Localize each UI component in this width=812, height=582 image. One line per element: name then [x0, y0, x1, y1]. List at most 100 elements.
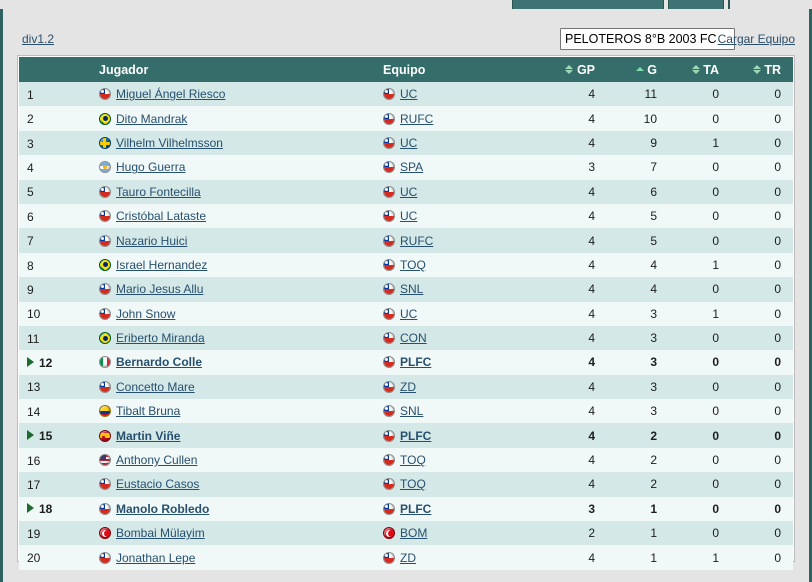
cell-team: UC [375, 130, 545, 156]
header-tr[interactable]: TR [731, 57, 793, 82]
table-row[interactable]: 18 Manolo Robledo PLFC 3 1 0 0 [19, 496, 793, 522]
player-link[interactable]: Tibalt Bruna [116, 404, 180, 418]
player-link[interactable]: Jonathan Lepe [116, 551, 195, 565]
table-row[interactable]: 20 Jonathan Lepe ZD 4 1 1 0 [19, 545, 793, 570]
table-row[interactable]: 4 Hugo Guerra SPA 3 7 0 0 [19, 155, 793, 180]
cell-gp: 4 [545, 228, 607, 253]
header-gp[interactable]: GP [545, 57, 607, 82]
team-link[interactable]: PLFC [400, 355, 431, 369]
player-link[interactable]: Manolo Robledo [116, 502, 209, 516]
player-link[interactable]: Eriberto Miranda [116, 331, 205, 345]
table-row[interactable]: 12 Bernardo Colle PLFC 4 3 0 0 [19, 350, 793, 375]
team-link[interactable]: TOQ [400, 477, 426, 491]
cell-gp: 4 [545, 203, 607, 229]
player-link[interactable]: Nazario Huici [116, 234, 187, 248]
header-g[interactable]: G [607, 57, 669, 82]
header-position[interactable] [19, 57, 91, 82]
cell-g: 4 [607, 252, 669, 278]
tab-8[interactable] [728, 0, 730, 9]
sort-toggle-tr-icon[interactable] [752, 64, 761, 74]
team-link[interactable]: CON [400, 331, 427, 345]
table-row[interactable]: 1 Miguel Ángel Riesco UC 4 11 0 0 [19, 82, 793, 107]
team-link[interactable]: SNL [400, 404, 423, 418]
header-team[interactable]: Equipo [375, 57, 545, 82]
table-row[interactable]: 13 Concetto Mare ZD 4 3 0 0 [19, 374, 793, 400]
player-link[interactable]: Miguel Ángel Riesco [116, 87, 225, 101]
cell-position: 11 [19, 325, 91, 351]
cell-gp: 4 [545, 374, 607, 400]
player-link[interactable]: Cristóbal Lataste [116, 209, 206, 223]
team-link[interactable]: RUFC [400, 234, 433, 248]
cell-team: TOQ [375, 252, 545, 278]
division-link[interactable]: div1.2 [22, 32, 54, 46]
table-row[interactable]: 5 Tauro Fontecilla UC 4 6 0 0 [19, 179, 793, 204]
player-link[interactable]: Anthony Cullen [116, 453, 197, 467]
player-link[interactable]: Hugo Guerra [116, 160, 185, 174]
team-link[interactable]: UC [400, 307, 417, 321]
cell-team: UC [375, 179, 545, 204]
player-link[interactable]: Tauro Fontecilla [116, 185, 201, 199]
team-link[interactable]: ZD [400, 551, 416, 565]
team-link[interactable]: UC [400, 185, 417, 199]
table-row[interactable]: 19 Bombai Mülayim BOM 2 1 0 0 [19, 521, 793, 546]
sort-toggle-gp-icon[interactable] [565, 64, 574, 74]
player-link[interactable]: Dito Mandrak [116, 112, 187, 126]
team-select-wrapper: PELOTEROS 8°B 2003 FC [560, 28, 735, 50]
table-row[interactable]: 9 Mario Jesus Allu SNL 4 4 0 0 [19, 277, 793, 302]
flag-chile-icon [383, 307, 395, 320]
cell-g: 4 [607, 277, 669, 302]
table-row[interactable]: 14 Tibalt Bruna SNL 4 3 0 0 [19, 399, 793, 424]
cell-position: 10 [19, 301, 91, 326]
player-link[interactable]: Concetto Mare [116, 380, 195, 394]
table-row[interactable]: 17 Eustacio Casos TOQ 4 2 0 0 [19, 472, 793, 497]
position-value: 14 [27, 404, 41, 419]
player-link[interactable]: Bernardo Colle [116, 355, 202, 369]
team-link[interactable]: SPA [400, 160, 423, 174]
player-link[interactable]: John Snow [116, 307, 175, 321]
table-row[interactable]: 6 Cristóbal Lataste UC 4 5 0 0 [19, 203, 793, 229]
table-row[interactable]: 7 Nazario Huici RUFC 4 5 0 0 [19, 228, 793, 253]
team-link[interactable]: BOM [400, 526, 427, 540]
cell-team: RUFC [375, 106, 545, 131]
player-link[interactable]: Mario Jesus Allu [116, 282, 203, 296]
table-row[interactable]: 16 Anthony Cullen TOQ 4 2 0 0 [19, 447, 793, 473]
tab-7[interactable] [668, 0, 724, 9]
header-player[interactable]: Jugador [91, 57, 375, 82]
player-link[interactable]: Vilhelm Vilhelmsson [116, 136, 223, 150]
team-link[interactable]: RUFC [400, 112, 433, 126]
flag-chile-icon [383, 405, 395, 418]
flag-italy-icon [99, 356, 111, 369]
team-link[interactable]: PLFC [400, 429, 431, 443]
cell-g: 9 [607, 130, 669, 156]
tab-6[interactable] [512, 0, 664, 9]
player-link[interactable]: Eustacio Casos [116, 477, 199, 491]
player-link[interactable]: Bombai Mülayim [116, 526, 205, 540]
player-link[interactable]: Martin Viñe [116, 429, 180, 443]
table-row[interactable]: 8 Israel Hernandez TOQ 4 4 1 0 [19, 252, 793, 278]
team-select[interactable]: PELOTEROS 8°B 2003 FC [560, 28, 735, 50]
row-marker-icon [27, 356, 34, 367]
cell-player: Dito Mandrak [91, 106, 375, 131]
table-row[interactable]: 15 Martin Viñe PLFC 4 2 0 0 [19, 423, 793, 448]
sort-toggle-ta-icon[interactable] [691, 64, 700, 74]
load-team-link[interactable]: Cargar Equipo [718, 32, 795, 46]
flag-chile-icon [383, 161, 395, 174]
table-row[interactable]: 2 Dito Mandrak RUFC 4 10 0 0 [19, 106, 793, 131]
sort-ascending-g-icon[interactable] [635, 66, 644, 72]
table-row[interactable]: 3 Vilhelm Vilhelmsson UC 4 9 1 0 [19, 130, 793, 156]
player-link[interactable]: Israel Hernandez [116, 258, 207, 272]
cell-position: 1 [19, 82, 91, 107]
table-row[interactable]: 11 Eriberto Miranda CON 4 3 0 0 [19, 325, 793, 351]
team-link[interactable]: PLFC [400, 502, 431, 516]
flag-chile-icon [383, 234, 395, 247]
header-ta[interactable]: TA [669, 57, 731, 82]
team-link[interactable]: UC [400, 209, 417, 223]
team-link[interactable]: UC [400, 136, 417, 150]
flag-chile-icon [383, 88, 395, 101]
team-link[interactable]: TOQ [400, 453, 426, 467]
team-link[interactable]: TOQ [400, 258, 426, 272]
table-row[interactable]: 10 John Snow UC 4 3 1 0 [19, 301, 793, 326]
team-link[interactable]: ZD [400, 380, 416, 394]
team-link[interactable]: SNL [400, 282, 423, 296]
team-link[interactable]: UC [400, 87, 417, 101]
